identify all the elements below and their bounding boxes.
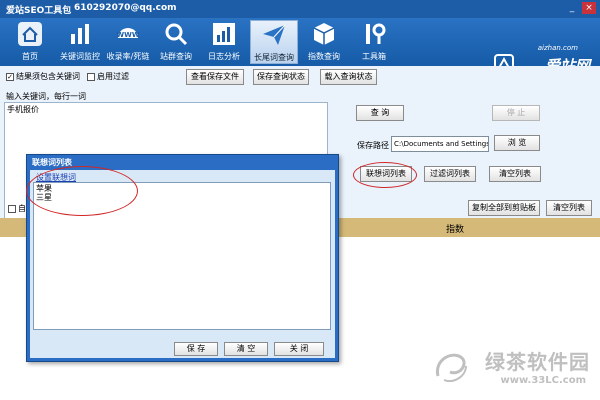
filter-words-list-button[interactable]: 过滤词列表 [424, 166, 476, 182]
www-icon: WWW [116, 28, 140, 39]
save-query-state-button[interactable]: 保存查询状态 [253, 69, 309, 85]
tool-toolbox[interactable]: 工具箱 [350, 20, 398, 64]
tool-site-group-label: 站群查询 [160, 52, 192, 61]
account-email: 610292070@qq.com [74, 3, 177, 13]
tool-longtail-label: 长尾词查询 [254, 53, 294, 62]
stop-button[interactable]: 停 止 [492, 105, 540, 121]
tool-keyword-monitor[interactable]: 关键词监控 [56, 20, 104, 64]
tool-index-query-label: 指数查询 [308, 52, 340, 61]
main-toolbar: 首页 关键词监控 WWW 收录率/死链 站群查询 日志分析 长尾词查询 指数查询… [0, 18, 600, 75]
tools-icon [366, 23, 386, 44]
dialog-close-button[interactable]: 关 闭 [274, 342, 324, 356]
home-icon [18, 22, 42, 46]
watermark-brand: 绿茶软件园 [485, 350, 590, 374]
tool-toolbox-label: 工具箱 [362, 52, 386, 61]
dialog-save-button[interactable]: 保 存 [174, 342, 218, 356]
log-chart-icon [213, 23, 235, 45]
save-path-input[interactable]: C:\Documents and Settings [391, 136, 489, 152]
bar-chart-icon [71, 24, 89, 44]
tool-log-analysis-label: 日志分析 [208, 52, 240, 61]
tool-index-query[interactable]: 指数查询 [300, 20, 348, 64]
minimize-button[interactable]: _ [565, 2, 579, 14]
view-saved-files-button[interactable]: 查看保存文件 [186, 69, 244, 85]
svg-text:WWW: WWW [116, 31, 139, 39]
annotation-circle-button [353, 162, 417, 188]
search-icon [165, 23, 188, 46]
query-button[interactable]: 查 询 [356, 105, 404, 121]
tool-log-analysis[interactable]: 日志分析 [200, 20, 248, 64]
watermark: 绿茶软件园 www.33LC.com [430, 342, 594, 394]
checkbox-unchecked[interactable] [87, 72, 95, 81]
app-title: 爱站SEO工具包 [6, 6, 72, 16]
tool-keyword-monitor-label: 关键词监控 [60, 52, 100, 61]
tool-home-label: 首页 [22, 52, 38, 61]
tool-longtail[interactable]: 长尾词查询 [250, 20, 298, 64]
annotation-circle-words [26, 166, 138, 216]
keyword-input-label: 输入关键词，每行一词 [6, 92, 86, 101]
tool-home[interactable]: 首页 [6, 20, 54, 64]
auto-label: 自 [18, 204, 26, 213]
auto-checkbox[interactable]: 自 [8, 203, 26, 214]
clear-list-button[interactable]: 清空列表 [489, 166, 541, 182]
swirl-logo-icon [435, 353, 467, 382]
window-controls: _ × [565, 2, 596, 14]
copy-all-button[interactable]: 复制全部到剪贴板 [468, 200, 540, 216]
tool-index-rate[interactable]: WWW 收录率/死链 [104, 20, 152, 64]
watermark-url: www.33LC.com [500, 375, 586, 386]
enable-filter-checkbox[interactable]: 启用过滤 [87, 71, 129, 82]
include-keywords-checkbox[interactable]: ✓ 结果须包含关键词 [6, 71, 80, 82]
close-window-button[interactable]: × [582, 2, 596, 14]
enable-filter-label: 启用过滤 [97, 72, 129, 81]
dialog-clear-button[interactable]: 清 空 [224, 342, 268, 356]
checkbox-unchecked[interactable] [8, 204, 16, 213]
brand-url: aizhan.com [537, 44, 578, 52]
tool-site-group[interactable]: 站群查询 [152, 20, 200, 64]
tool-index-rate-label: 收录率/死链 [106, 52, 150, 61]
index-column-header: 指数 [446, 225, 465, 235]
load-query-state-button[interactable]: 载入查询状态 [320, 69, 377, 85]
save-path-label: 保存路径 [357, 141, 389, 150]
browse-button[interactable]: 浏 览 [494, 135, 540, 151]
checkbox-checked[interactable]: ✓ [6, 72, 14, 81]
clear-list-2-button[interactable]: 清空列表 [546, 200, 592, 216]
paper-plane-icon [263, 24, 286, 45]
include-keywords-label: 结果须包含关键词 [16, 72, 80, 81]
cube-icon [313, 23, 335, 45]
title-bar: 爱站SEO工具包 610292070@qq.com _ × [0, 0, 600, 18]
